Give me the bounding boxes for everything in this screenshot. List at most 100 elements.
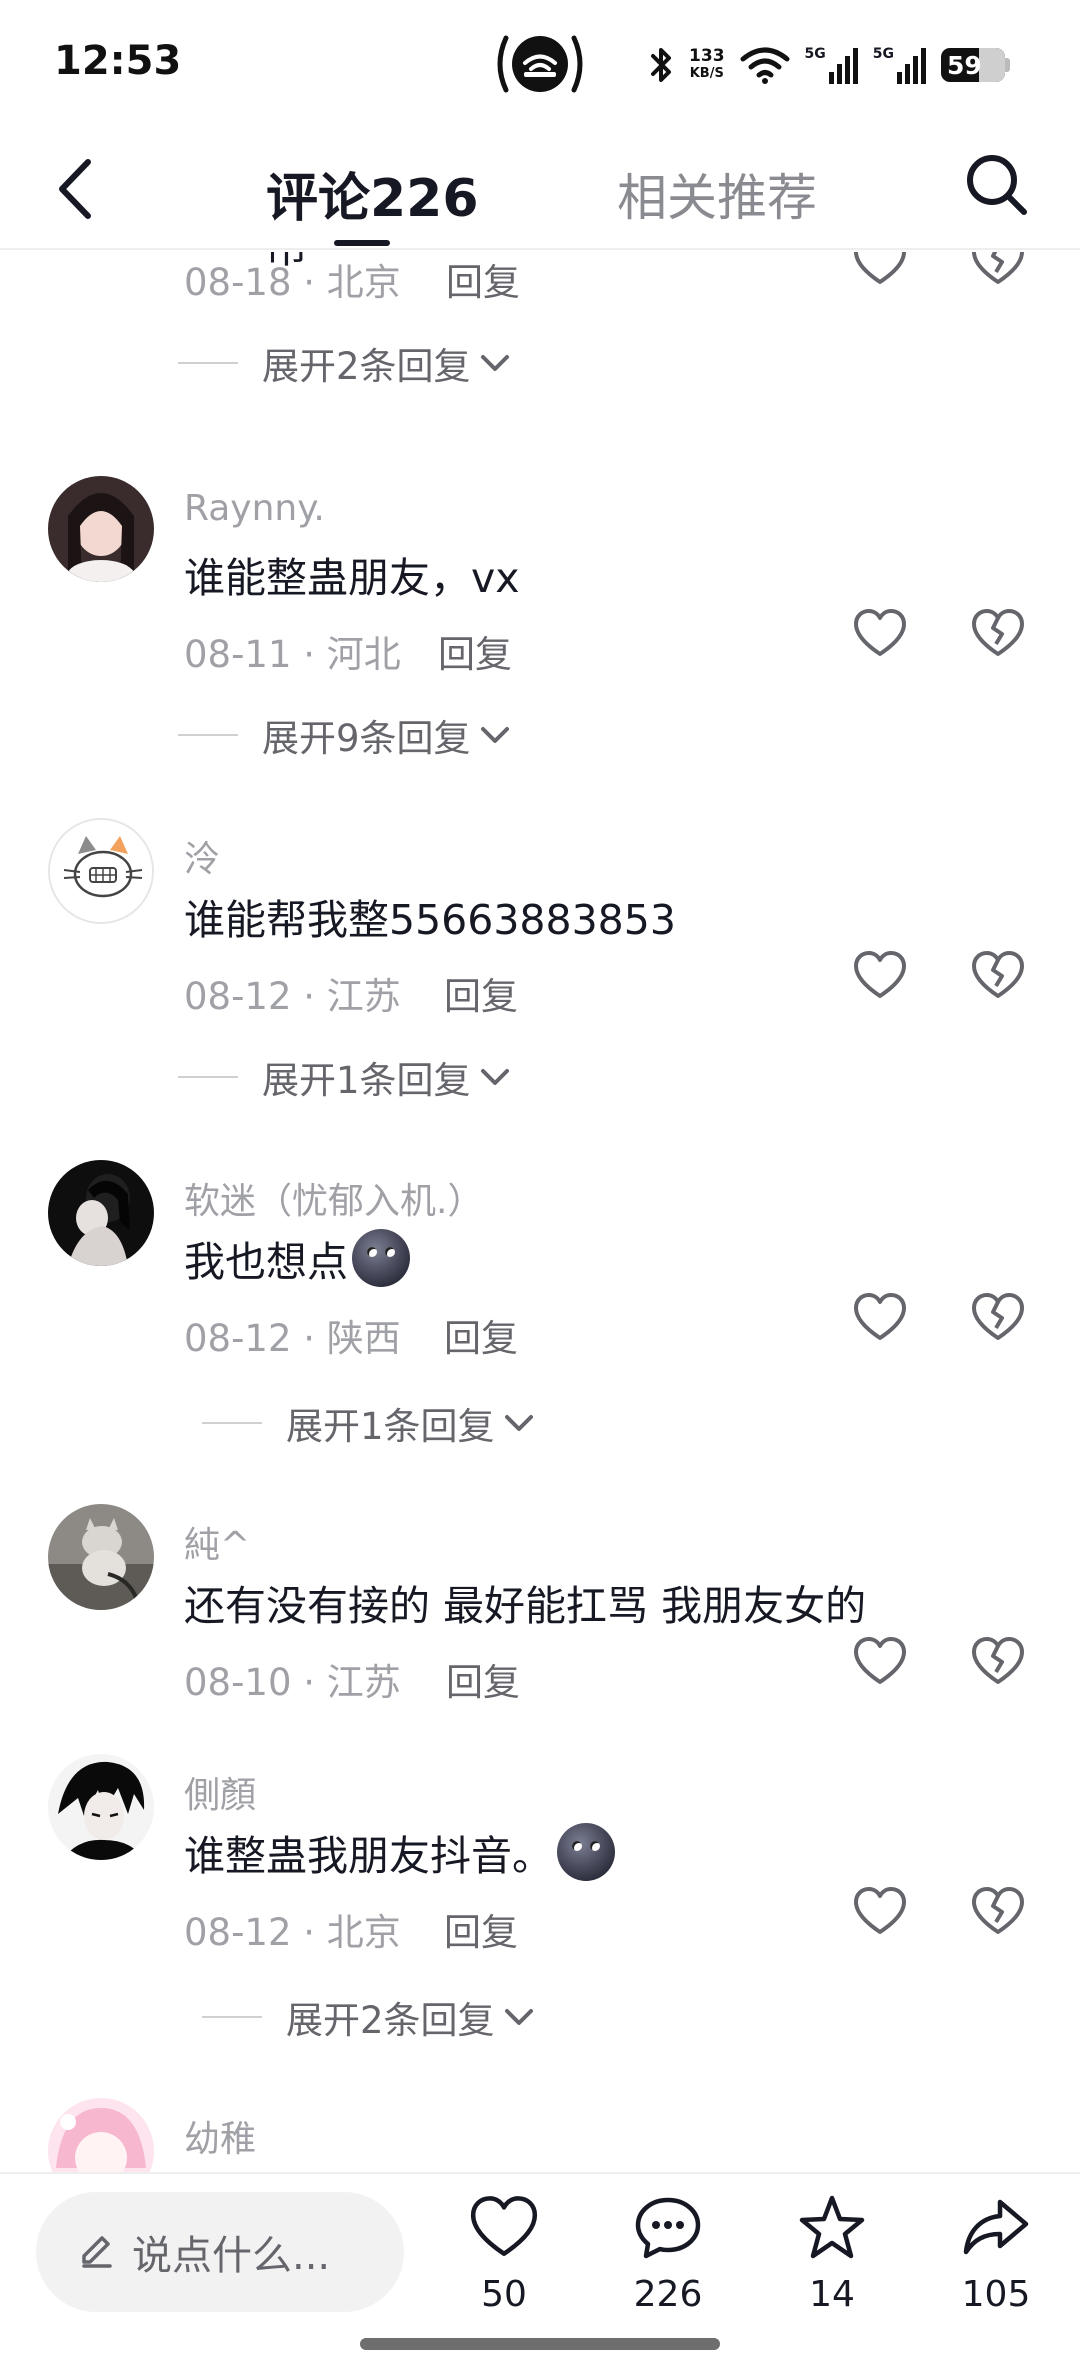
comment-text: 谁整蛊我朋友抖音。 — [184, 1822, 615, 1882]
like-button[interactable] — [852, 948, 908, 1004]
avatar[interactable] — [48, 1504, 154, 1610]
comment-date-location: 08-12 · 江苏 — [184, 975, 401, 1018]
tab-related[interactable]: 相关推荐 — [617, 158, 817, 230]
network-speed: 133 KB/S — [689, 46, 725, 82]
reply-button[interactable]: 回复 — [444, 1308, 518, 1362]
broken-heart-icon — [972, 252, 1024, 284]
battery-icon: 59 — [941, 48, 1005, 82]
comment-username[interactable]: Raynny. — [184, 488, 325, 529]
moon-face-emoji-icon — [352, 1229, 410, 1287]
signal-5g-1: 5G — [805, 46, 859, 84]
comment-count: 226 — [633, 2274, 703, 2315]
reply-button[interactable]: 回复 — [446, 1652, 520, 1706]
heart-outline-icon — [854, 1293, 906, 1340]
comment-input[interactable]: 说点什么... — [36, 2192, 404, 2312]
expand-replies-button[interactable]: 展开2条回复 — [178, 336, 511, 390]
heart-outline-icon — [854, 1637, 906, 1684]
comment-date-location: 08-11 · 河北 — [184, 633, 401, 676]
like-button[interactable] — [852, 1884, 908, 1940]
expand-replies-button[interactable]: 展开1条回复 — [178, 1050, 511, 1104]
dislike-button[interactable] — [970, 1290, 1026, 1346]
comment-date-location: 08-10 · 江苏 — [184, 1661, 401, 1704]
dislike-button[interactable] — [970, 1634, 1026, 1690]
comment-text: 谁能帮我整55663883853 — [184, 896, 676, 944]
comment-username[interactable]: 泠 — [184, 830, 220, 882]
share-count: 105 — [961, 2274, 1031, 2315]
avatar[interactable] — [48, 1160, 154, 1266]
expand-replies-button[interactable]: 展开1条回复 — [202, 1396, 535, 1450]
broken-heart-icon — [972, 1887, 1024, 1934]
comment-list[interactable]: 一一吊 08-18 · 北京 回复 展开2条回复 — [0, 252, 1080, 2172]
status-bar: 12:53 133 KB/S 5G 5G 59 — [0, 0, 1080, 130]
comment-text: 我也想点 — [184, 1228, 410, 1288]
chevron-down-icon — [480, 355, 509, 371]
comment-date-location: 08-12 · 北京 — [184, 1911, 401, 1954]
like-button[interactable] — [852, 606, 908, 662]
broken-heart-icon — [972, 609, 1024, 656]
tab-active-indicator — [334, 240, 390, 246]
comment-username[interactable]: 側顏 — [184, 1766, 256, 1818]
share-action-button[interactable]: 105 — [936, 2192, 1056, 2342]
favorite-action-button[interactable]: 14 — [772, 2192, 892, 2342]
share-arrow-icon — [963, 2199, 1029, 2255]
avatar[interactable] — [48, 818, 154, 924]
comment-username[interactable]: 幼稚 — [184, 2110, 256, 2162]
chevron-down-icon — [480, 1069, 509, 1085]
heart-outline-icon — [854, 252, 906, 284]
signal-5g-2: 5G — [873, 46, 927, 84]
status-icons: 133 KB/S 5G 5G 59 — [649, 40, 1010, 90]
broken-heart-icon — [972, 1637, 1024, 1684]
chevron-left-icon — [59, 159, 91, 219]
broken-heart-icon — [972, 951, 1024, 998]
heart-outline-icon — [854, 609, 906, 656]
avatar[interactable] — [48, 1754, 154, 1860]
comment-date-location: 08-12 · 陕西 — [184, 1317, 401, 1360]
dislike-button[interactable] — [970, 606, 1026, 662]
comment-text: 谁能整蛊朋友，vx — [184, 554, 520, 602]
heart-outline-icon — [470, 2196, 538, 2256]
comment-date-location: 08-18 · 北京 — [184, 261, 401, 304]
hotspot-indicator-icon — [492, 32, 588, 96]
pencil-icon — [82, 2236, 112, 2268]
comments-header: 评论226 相关推荐 — [0, 130, 1080, 250]
like-count: 50 — [481, 2274, 527, 2315]
like-action-button[interactable]: 50 — [444, 2192, 564, 2342]
status-time: 12:53 — [54, 38, 182, 84]
signal-bars-icon — [828, 48, 858, 84]
like-button[interactable] — [852, 252, 908, 290]
search-button[interactable] — [960, 148, 1032, 220]
star-outline-icon — [799, 2195, 865, 2259]
reply-button[interactable]: 回复 — [446, 252, 520, 306]
moon-face-emoji-icon — [557, 1823, 615, 1881]
comment-username[interactable]: 純^ — [184, 1516, 250, 1568]
bluetooth-icon — [651, 48, 672, 82]
home-indicator[interactable] — [360, 2338, 720, 2350]
favorite-count: 14 — [809, 2274, 855, 2315]
expand-replies-button[interactable]: 展开2条回复 — [202, 1990, 535, 2044]
comment-bubble-icon — [635, 2197, 701, 2259]
like-button[interactable] — [852, 1634, 908, 1690]
signal-bars-icon — [897, 48, 926, 84]
avatar[interactable] — [48, 476, 154, 582]
comment-username[interactable]: 软迷（忧郁入机.） — [184, 1172, 483, 1224]
dislike-button[interactable] — [970, 1884, 1026, 1940]
dislike-button[interactable] — [970, 252, 1026, 290]
chevron-down-icon — [480, 727, 509, 743]
avatar[interactable] — [48, 2098, 154, 2172]
comment-input-placeholder: 说点什么... — [132, 2233, 331, 2279]
reply-button[interactable]: 回复 — [444, 1902, 518, 1956]
expand-replies-button[interactable]: 展开9条回复 — [178, 708, 511, 762]
dislike-button[interactable] — [970, 948, 1026, 1004]
tab-comments[interactable]: 评论226 — [266, 156, 479, 231]
reply-button[interactable]: 回复 — [444, 966, 518, 1020]
comment-action-button[interactable]: 226 — [608, 2192, 728, 2342]
search-icon — [967, 155, 1027, 215]
heart-outline-icon — [854, 1887, 906, 1934]
chevron-down-icon — [504, 1415, 533, 1431]
reply-button[interactable]: 回复 — [438, 624, 512, 678]
comment-text: 还有没有接的 最好能扛骂 我朋友女的 — [184, 1582, 867, 1630]
back-button[interactable] — [50, 156, 110, 222]
chevron-down-icon — [504, 2009, 533, 2025]
like-button[interactable] — [852, 1290, 908, 1346]
broken-heart-icon — [972, 1293, 1024, 1340]
